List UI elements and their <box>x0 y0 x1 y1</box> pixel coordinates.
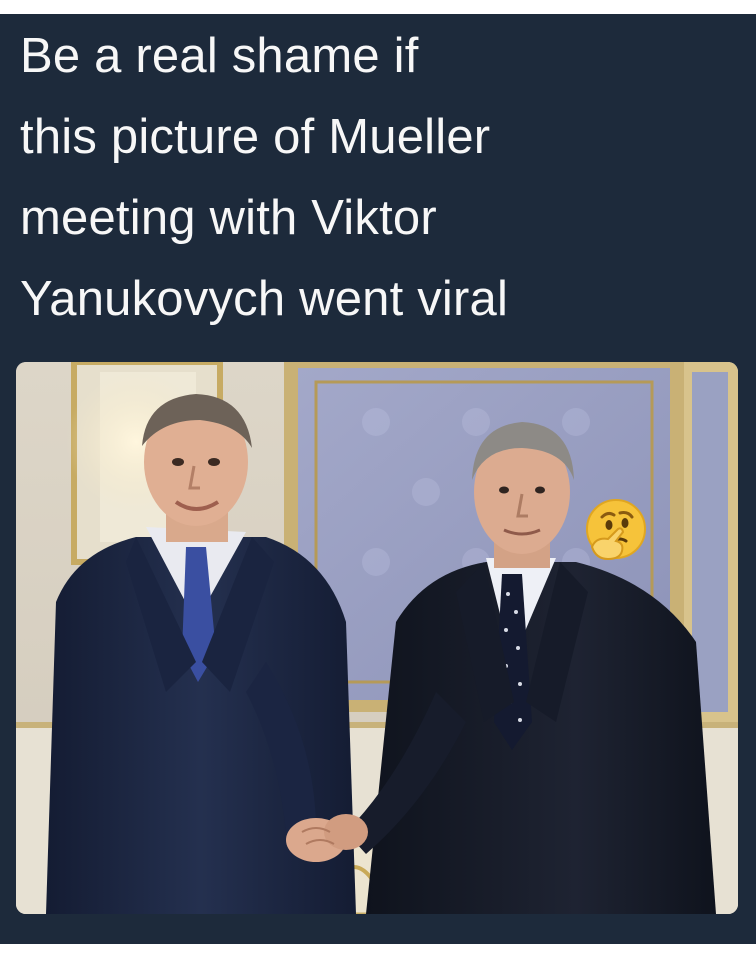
meme-post: Be a real shame if this picture of Muell… <box>0 0 756 960</box>
caption-line-4: Yanukovych went viral <box>20 272 509 326</box>
meme-caption: Be a real shame if this picture of Muell… <box>20 16 740 340</box>
caption-line-3: meeting with Viktor <box>20 191 437 245</box>
caption-line-2: this picture of Mueller <box>20 110 491 164</box>
caption-line-1: Be a real shame if <box>20 29 419 83</box>
handshake-photo <box>16 362 738 914</box>
thinking-face-icon <box>584 497 648 561</box>
photo-illustration <box>16 362 738 914</box>
